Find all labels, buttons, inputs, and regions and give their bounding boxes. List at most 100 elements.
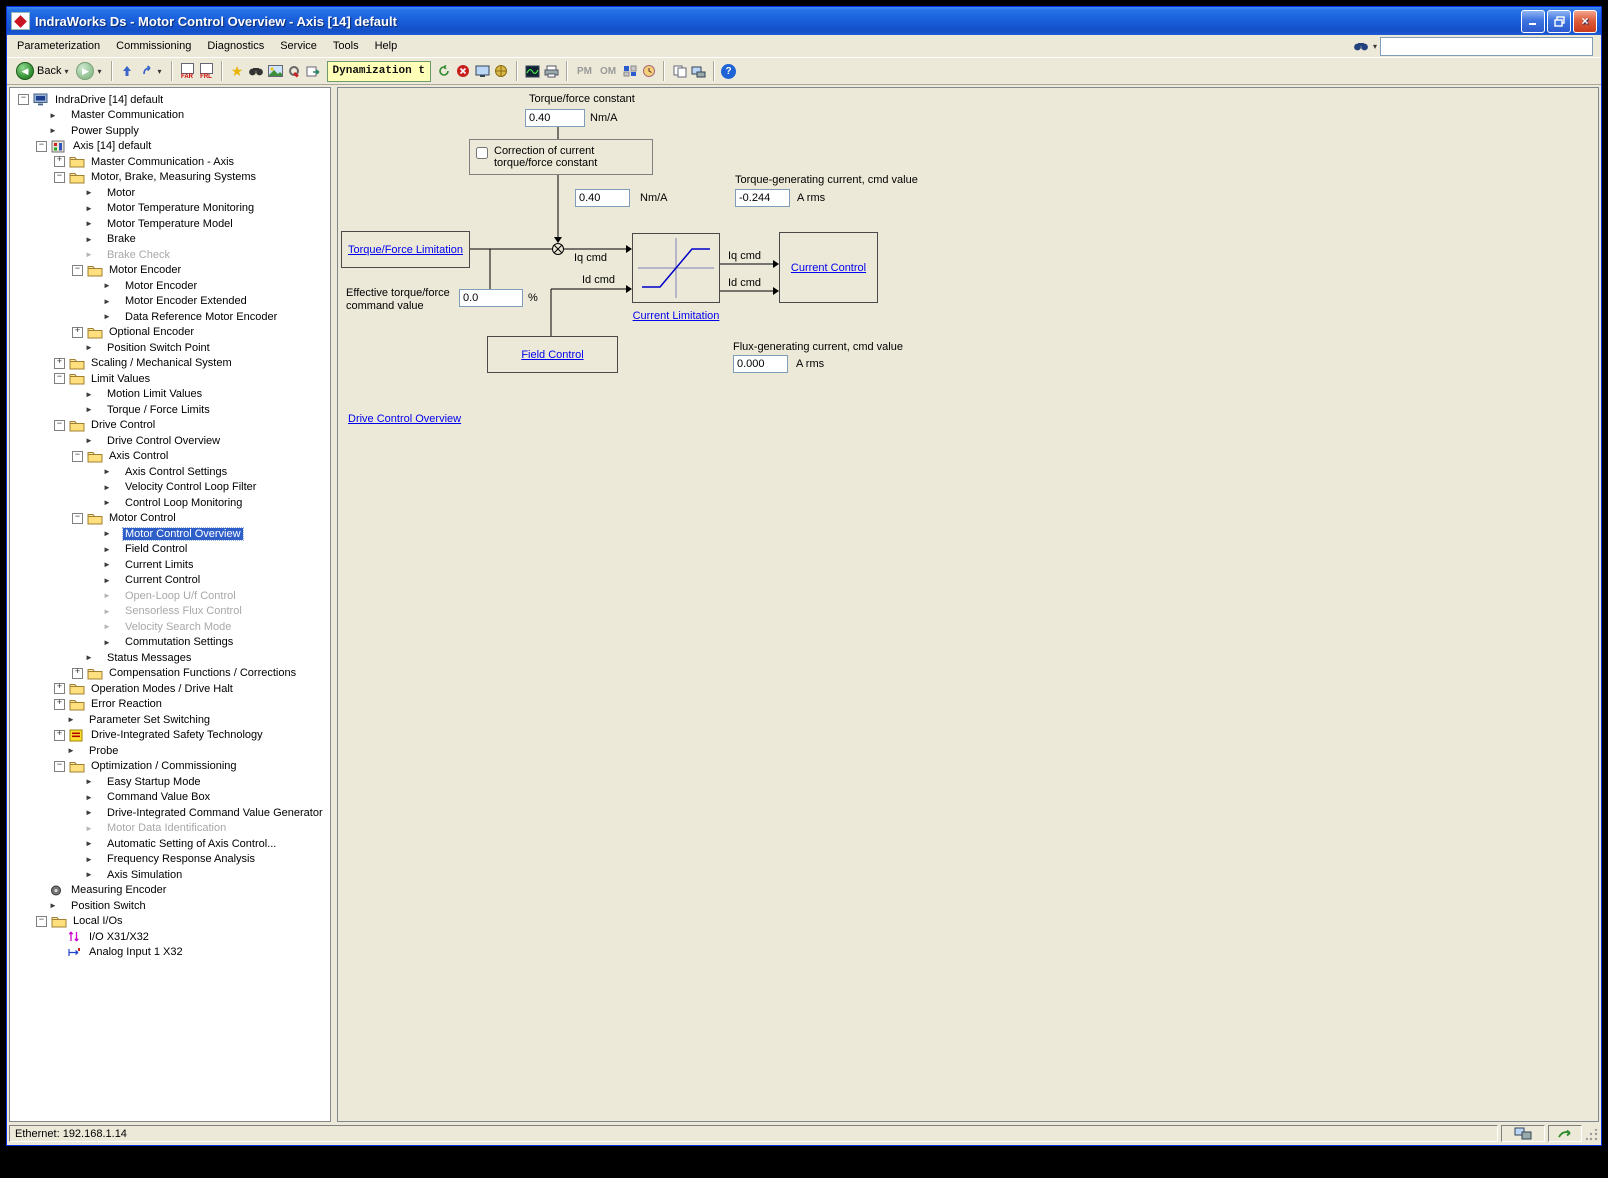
resize-grip[interactable]	[1585, 1125, 1599, 1142]
tree-item[interactable]: ► Motor Encoder Extended	[10, 294, 330, 310]
refresh-icon[interactable]	[436, 63, 453, 80]
tree-item[interactable]: + Master Communication - Axis	[10, 154, 330, 170]
help-icon[interactable]: ?	[721, 63, 737, 79]
tree-expand-toggle[interactable]: −	[72, 450, 83, 462]
tree-expand-toggle[interactable]: +	[54, 156, 65, 168]
tree-item[interactable]: ► Motor Temperature Monitoring	[10, 201, 330, 217]
parameter-icon[interactable]	[621, 63, 638, 80]
forward-button[interactable]: ▶ ▾	[73, 60, 104, 82]
close-button[interactable]: ×	[1573, 9, 1597, 33]
tree-item[interactable]: − Motor, Brake, Measuring Systems	[10, 170, 330, 186]
forward-dropdown-icon[interactable]: ▾	[97, 67, 101, 76]
tree-item[interactable]: ► Power Supply	[10, 123, 330, 139]
menu-commissioning[interactable]: Commissioning	[108, 37, 199, 55]
tree-expand-toggle[interactable]: +	[72, 326, 83, 338]
tree-item[interactable]: ► Brake	[10, 232, 330, 248]
tree-expand-toggle[interactable]: −	[54, 373, 65, 385]
print-icon[interactable]	[543, 63, 560, 80]
tree-item[interactable]: ► Axis Simulation	[10, 867, 330, 883]
menu-help[interactable]: Help	[367, 37, 406, 55]
torque-force-constant-input[interactable]	[525, 109, 585, 127]
torque-force-limitation-link[interactable]: Torque/Force Limitation	[348, 244, 463, 256]
tree-expand-toggle[interactable]: +	[54, 683, 65, 695]
tree-item[interactable]: ► Position Switch Point	[10, 340, 330, 356]
menu-tools[interactable]: Tools	[325, 37, 367, 55]
tree-item[interactable]: ► Current Limits	[10, 557, 330, 573]
favorites-star-icon[interactable]: ★	[229, 63, 246, 80]
tree-item[interactable]: ► Master Communication	[10, 108, 330, 124]
tree-item[interactable]: + Compensation Functions / Corrections	[10, 666, 330, 682]
tree-item[interactable]: − Limit Values	[10, 371, 330, 387]
tree-item[interactable]: ► Easy Startup Mode	[10, 774, 330, 790]
monitor-icon[interactable]	[474, 63, 491, 80]
back-button[interactable]: ◀ Back ▾	[13, 60, 71, 82]
tree-item[interactable]: ► Sensorless Flux Control	[10, 604, 330, 620]
back-dropdown-icon[interactable]: ▾	[64, 67, 68, 76]
far-page-icon[interactable]: FAR	[179, 62, 196, 80]
restore-button[interactable]	[1547, 9, 1571, 33]
tree-item[interactable]: ► Field Control	[10, 542, 330, 558]
find-input[interactable]	[1380, 36, 1593, 56]
clock-icon[interactable]	[640, 63, 657, 80]
tree-item[interactable]: ► Motor Encoder	[10, 278, 330, 294]
tree-item[interactable]: − Axis [14] default	[10, 139, 330, 155]
tree-expand-toggle[interactable]: +	[54, 729, 65, 741]
tree-expand-toggle[interactable]: −	[36, 915, 47, 927]
export-icon[interactable]	[305, 63, 322, 80]
tree-item[interactable]: ► Axis Control Settings	[10, 464, 330, 480]
tree-expand-toggle[interactable]: −	[72, 264, 83, 276]
tree-item[interactable]: ► Command Value Box	[10, 790, 330, 806]
tree-expand-toggle[interactable]: −	[72, 512, 83, 524]
tree-item[interactable]: ► Current Control	[10, 573, 330, 589]
tree-expand-toggle[interactable]: −	[36, 140, 47, 152]
tree-item[interactable]: ► Motor	[10, 185, 330, 201]
tree-item[interactable]: + Scaling / Mechanical System	[10, 356, 330, 372]
search-binoculars-icon[interactable]	[248, 63, 265, 80]
tree-item[interactable]: + Optional Encoder	[10, 325, 330, 341]
tree-item[interactable]: + Error Reaction	[10, 697, 330, 713]
menu-parameterization[interactable]: Parameterization	[9, 37, 108, 55]
tree-item[interactable]: ► Position Switch	[10, 898, 330, 914]
tree-item[interactable]: + Operation Modes / Drive Halt	[10, 681, 330, 697]
menu-diagnostics[interactable]: Diagnostics	[199, 37, 272, 55]
tree-item[interactable]: − Motor Encoder	[10, 263, 330, 279]
tree-item[interactable]: − IndraDrive [14] default	[10, 92, 330, 108]
tree-expand-toggle[interactable]: −	[54, 171, 65, 183]
tree-expand-toggle[interactable]: −	[54, 419, 65, 431]
tree-item[interactable]: ► Data Reference Motor Encoder	[10, 309, 330, 325]
tree-item[interactable]: ► Motor Temperature Model	[10, 216, 330, 232]
tree-item[interactable]: ► Open-Loop U/f Control	[10, 588, 330, 604]
tree-item[interactable]: − Motor Control	[10, 511, 330, 527]
find-dropdown-icon[interactable]: ▾	[1373, 42, 1377, 51]
nav-redo-dropdown-icon[interactable]: ▾	[158, 67, 162, 76]
tree-item[interactable]: ► Drive-Integrated Command Value Generato…	[10, 805, 330, 821]
tree-item[interactable]: ► Control Loop Monitoring	[10, 495, 330, 511]
copy-icon[interactable]	[671, 63, 688, 80]
nav-up-icon[interactable]	[119, 63, 136, 80]
network-drive-icon[interactable]	[690, 63, 707, 80]
tree-item[interactable]: Analog Input 1 X32	[10, 945, 330, 961]
dynamization-field[interactable]: Dynamization t	[326, 60, 431, 82]
tree-item[interactable]: ► Motor Control Overview	[10, 526, 330, 542]
tree-item[interactable]: ► Motor Data Identification	[10, 821, 330, 837]
flux-gen-input[interactable]	[733, 355, 788, 373]
field-control-link[interactable]: Field Control	[521, 349, 583, 361]
current-control-link[interactable]: Current Control	[791, 262, 866, 274]
torque-gen-input[interactable]	[735, 189, 790, 207]
access-settings-icon[interactable]	[286, 63, 303, 80]
tree-item[interactable]: ► Automatic Setting of Axis Control...	[10, 836, 330, 852]
pm-badge[interactable]: PM	[574, 66, 595, 77]
tree-item[interactable]: Measuring Encoder	[10, 883, 330, 899]
nav-redo-button[interactable]: ▾	[138, 60, 165, 82]
gear-globe-icon[interactable]	[493, 63, 510, 80]
tree-item[interactable]: ► Torque / Force Limits	[10, 402, 330, 418]
tree-expand-toggle[interactable]: +	[54, 698, 65, 710]
tree-item[interactable]: − Axis Control	[10, 449, 330, 465]
tree-item[interactable]: − Optimization / Commissioning	[10, 759, 330, 775]
tree-item[interactable]: − Drive Control	[10, 418, 330, 434]
tree-item[interactable]: ► Drive Control Overview	[10, 433, 330, 449]
image-icon[interactable]	[267, 63, 284, 80]
corrected-constant-input[interactable]	[575, 189, 630, 207]
tree-item[interactable]: ► Parameter Set Switching	[10, 712, 330, 728]
tree-expand-toggle[interactable]: −	[18, 94, 29, 106]
